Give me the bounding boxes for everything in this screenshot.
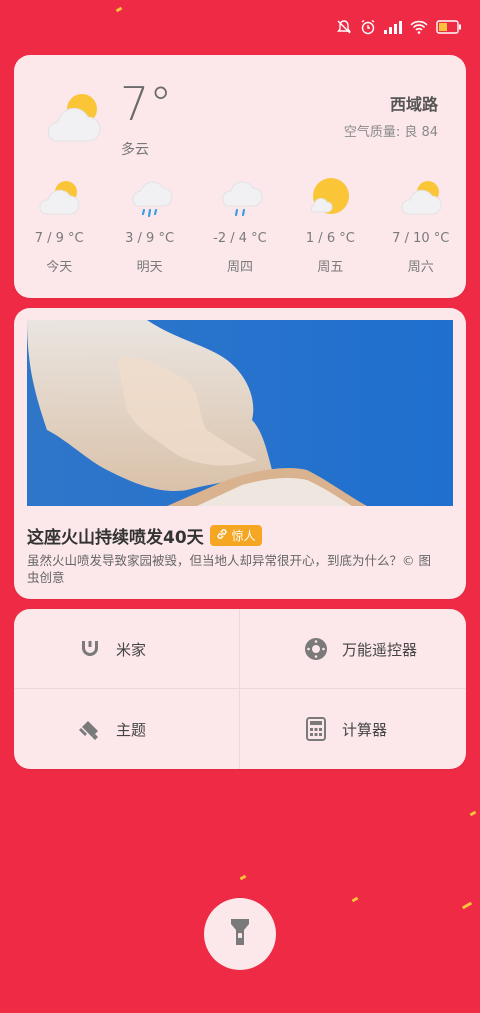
forecast-label: 明天 — [136, 260, 163, 275]
weather-card[interactable]: 7° 多云 西域路 空气质量: 良 84 7 / 9 °C 今天 3 / 9 °… — [14, 55, 466, 298]
current-temperature: 7° — [120, 77, 173, 131]
forecast-label: 周四 — [226, 260, 253, 275]
theme-brush-icon — [76, 715, 104, 743]
rain-icon — [195, 173, 285, 223]
news-tag[interactable]: 惊人 — [209, 525, 262, 546]
forecast-day: 3 / 9 °C 明天 — [104, 173, 194, 275]
city-name: 西域路 — [389, 95, 438, 114]
weather-condition: 多云 — [121, 142, 149, 158]
forecast-label: 周五 — [317, 260, 344, 275]
shortcuts-grid: 米家 万能遥控器 主题 计算器 — [14, 609, 466, 769]
sunny-icon — [285, 173, 375, 223]
forecast-temp: 7 / 10 °C — [392, 231, 450, 246]
wifi-icon — [410, 20, 428, 34]
remote-control-icon — [302, 635, 330, 663]
confetti — [461, 901, 473, 910]
confetti — [469, 810, 477, 817]
status-bar — [336, 14, 462, 40]
alarm-icon — [360, 19, 376, 35]
link-icon — [216, 528, 228, 543]
forecast-row: 7 / 9 °C 今天 3 / 9 °C 明天 -2 / 4 °C 周四 1 /… — [14, 173, 466, 275]
shortcut-theme[interactable]: 主题 — [14, 689, 240, 769]
forecast-temp: 3 / 9 °C — [125, 231, 175, 246]
forecast-label: 周六 — [407, 260, 434, 275]
flashlight-button[interactable] — [204, 898, 276, 970]
forecast-day: -2 / 4 °C 周四 — [195, 173, 285, 275]
forecast-temp: 1 / 6 °C — [305, 231, 355, 246]
partly-cloudy-icon — [376, 173, 466, 223]
news-title-row[interactable]: 这座火山持续喷发40天 惊人 — [27, 523, 262, 548]
news-image[interactable] — [27, 320, 453, 506]
confetti — [115, 6, 123, 13]
partly-cloudy-icon — [40, 91, 104, 153]
shortcut-label: 米家 — [116, 640, 147, 659]
shortcut-label: 计算器 — [342, 720, 388, 739]
forecast-day: 1 / 6 °C 周五 — [285, 173, 375, 275]
battery-icon — [436, 20, 462, 34]
signal-icon — [384, 20, 402, 34]
shortcut-mijia[interactable]: 米家 — [14, 609, 240, 689]
news-description: 虽然火山喷发导致家园被毁，但当地人却异常很开心，到底为什么？© 图虫创意 — [27, 553, 431, 585]
forecast-day: 7 / 9 °C 今天 — [14, 173, 104, 275]
forecast-temp: -2 / 4 °C — [213, 231, 267, 246]
forecast-label: 今天 — [46, 260, 73, 275]
shortcut-remote[interactable]: 万能遥控器 — [240, 609, 466, 689]
forecast-temp: 7 / 9 °C — [34, 231, 84, 246]
shortcut-calculator[interactable]: 计算器 — [240, 689, 466, 769]
partly-cloudy-icon — [14, 173, 104, 223]
mijia-icon — [76, 635, 104, 663]
confetti — [351, 896, 359, 903]
shortcuts-card: 米家 万能遥控器 主题 计算器 — [14, 609, 466, 769]
news-tag-label: 惊人 — [231, 529, 256, 543]
news-card[interactable]: 这座火山持续喷发40天 惊人 虽然火山喷发导致家园被毁，但当地人却异常很开心，到… — [14, 308, 466, 599]
rain-icon — [104, 173, 194, 223]
bell-off-icon — [336, 19, 352, 35]
shortcut-label: 万能遥控器 — [342, 640, 418, 659]
air-quality: 空气质量: 良 84 — [343, 125, 438, 140]
forecast-day: 7 / 10 °C 周六 — [376, 173, 466, 275]
calculator-icon — [302, 715, 330, 743]
shortcut-label: 主题 — [116, 720, 147, 739]
news-title: 这座火山持续喷发40天 — [27, 528, 204, 548]
confetti — [239, 874, 247, 881]
flashlight-icon — [229, 917, 251, 951]
